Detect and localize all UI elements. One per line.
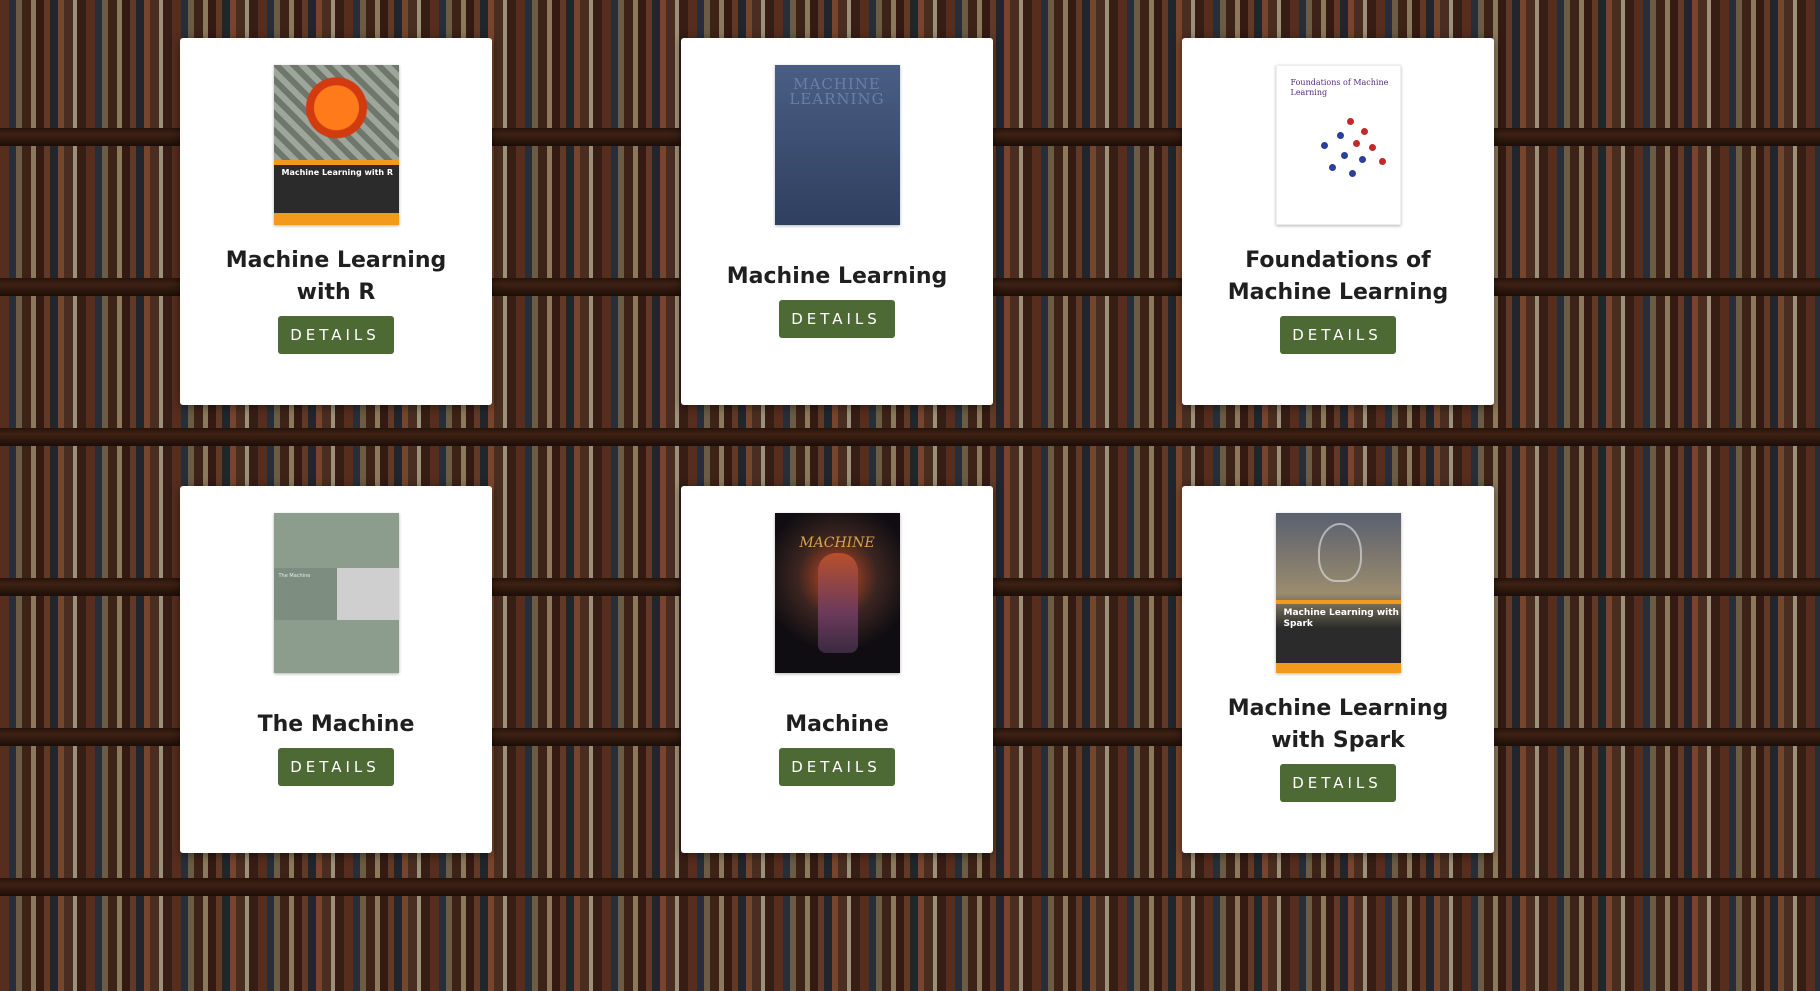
book-title: Machine Learning with Spark: [1227, 695, 1449, 753]
cover-dot: [1346, 118, 1354, 125]
cover-dot: [1368, 144, 1376, 151]
details-button[interactable]: DETAILS: [1280, 763, 1396, 802]
cover-dot: [1328, 164, 1336, 171]
book-title: The Machine: [257, 711, 415, 737]
details-button[interactable]: DETAILS: [277, 747, 394, 786]
cover-dot: [1352, 140, 1360, 147]
bookshelf-background: Machine Learning with R Machine Learning…: [0, 0, 1820, 991]
details-button[interactable]: DETAILS: [778, 299, 895, 338]
book-cover-image[interactable]: Foundations of Machine Learning: [1275, 65, 1401, 225]
card-body: The Machine DETAILS: [238, 673, 435, 853]
book-title: Machine: [785, 711, 889, 737]
book-cover-image[interactable]: MACHINE: [774, 513, 900, 673]
card-body: Machine Learning with Spark DETAILS: [1182, 673, 1494, 853]
card-body: Machine Learning DETAILS: [707, 225, 967, 405]
cover-band: [1275, 600, 1401, 604]
book-title: Machine Learning with R: [225, 247, 447, 305]
card-body: Foundations of Machine Learning DETAILS: [1182, 225, 1494, 405]
cover-footer: [1275, 663, 1401, 673]
details-button[interactable]: DETAILS: [1280, 315, 1396, 354]
cover-text: Machine Learning with Spark: [1283, 608, 1399, 629]
card-body: Machine Learning with R DETAILS: [180, 225, 492, 405]
cover-dot: [1360, 128, 1368, 135]
cover-block: [336, 568, 399, 620]
cover-text: The Machine: [278, 573, 311, 579]
book-cover-image[interactable]: Machine Learning with Spark: [1275, 513, 1401, 673]
book-card: Machine Learning with Spark Machine Lear…: [1182, 486, 1494, 853]
book-card: MACHINE LEARNING Machine Learning DETAIL…: [681, 38, 993, 405]
details-button[interactable]: DETAILS: [278, 315, 394, 354]
cover-dot: [1340, 152, 1348, 159]
book-cover-image[interactable]: Machine Learning with R: [273, 65, 399, 225]
cover-text: MACHINE LEARNING: [789, 75, 885, 108]
details-button[interactable]: DETAILS: [779, 747, 895, 786]
cover-dot: [1320, 142, 1328, 149]
book-card: Foundations of Machine Learning Foundati…: [1182, 38, 1494, 405]
cover-dot: [1358, 156, 1366, 163]
book-title: Foundations of Machine Learning: [1227, 247, 1449, 305]
book-card: Machine Learning with R Machine Learning…: [180, 38, 492, 405]
book-card: The Machine The Machine DETAILS: [180, 486, 492, 853]
cover-dot: [1378, 158, 1386, 165]
cover-artwork: [817, 553, 858, 653]
cover-band: [273, 160, 399, 165]
cover-dot: [1336, 132, 1344, 139]
book-cover-image[interactable]: MACHINE LEARNING: [774, 65, 900, 225]
cover-dot: [1348, 170, 1356, 177]
cover-footer: [273, 213, 399, 225]
book-cover-image[interactable]: The Machine: [273, 513, 399, 673]
cover-artwork: [273, 65, 399, 160]
book-title: Machine Learning: [726, 263, 948, 289]
lightbulb-icon: [1317, 523, 1362, 582]
book-card: MACHINE Machine DETAILS: [681, 486, 993, 853]
book-grid: Machine Learning with R Machine Learning…: [180, 38, 1494, 853]
card-body: Machine DETAILS: [759, 673, 915, 853]
cover-text: MACHINE: [799, 535, 875, 551]
cover-text: Machine Learning with R: [281, 168, 394, 177]
cover-text: Foundations of Machine Learning: [1290, 78, 1389, 97]
